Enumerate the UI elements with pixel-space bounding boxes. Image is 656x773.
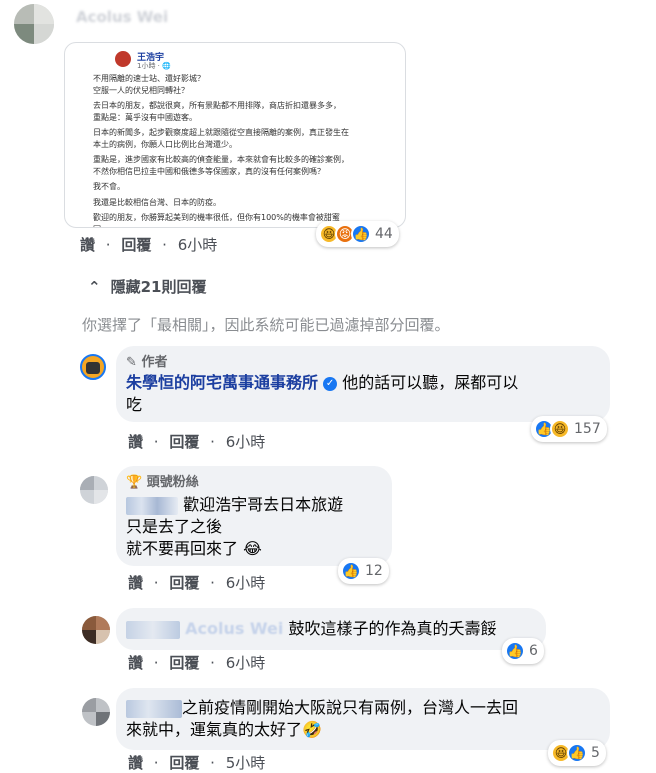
avatar (115, 51, 131, 67)
reply-button[interactable]: 回覆 (121, 236, 151, 254)
comment-bubble: 之前疫情剛開始大阪說只有兩例，台灣人一去回 來就中，運氣真的太好了🤣 (116, 688, 610, 750)
mention-link[interactable]: Acolus Wei (185, 619, 283, 638)
poster-meta: 1小時 · 🌐 (137, 62, 171, 70)
post-line: 重點是：萬乎沒有中國遊客。 (93, 112, 197, 122)
avatar[interactable] (80, 476, 108, 504)
like-reaction-icon: 👍 (505, 641, 525, 661)
reaction-count: 6 (529, 643, 538, 659)
reply-button[interactable]: 回覆 (169, 574, 199, 592)
timestamp[interactable]: 6小時 (226, 433, 266, 451)
comment-line: 之前疫情剛開始大阪說只有兩例，台灣人一去回 (182, 698, 519, 717)
blurred-author-name[interactable] (126, 496, 178, 515)
comment-line: 他的話可以聽，屎都可以 (342, 373, 519, 392)
reaction-count: 5 (591, 745, 600, 761)
blurred-author-name[interactable] (126, 699, 182, 718)
reply-button[interactable]: 回覆 (169, 654, 199, 672)
comment-line: 歡迎浩宇哥去日本旅遊 (183, 495, 344, 514)
post-line: 本土的病例，你願人口比例比台灣還少。 (93, 139, 237, 149)
chevron-up-icon: ⌃ (88, 278, 101, 296)
post-line: 我不會。 (93, 182, 125, 191)
avatar[interactable] (82, 698, 110, 726)
haha-reaction-icon: 😆 (550, 419, 570, 439)
reaction-summary[interactable]: 😆 👍 5 (548, 740, 606, 766)
comment-line: 只是去了之後 (126, 517, 223, 536)
comment-text: Acolus Wei 鼓吹這樣子的作為真的夭壽餒 (126, 618, 496, 640)
reply-button[interactable]: 回覆 (169, 754, 199, 772)
comment-line: 鼓吹這樣子的作為真的夭壽餒 (288, 619, 497, 638)
comment-bubble: ✎ 作者 朱學恒的阿宅萬事通事務所 ✓ 他的話可以聽，屎都可以 吃 (116, 346, 610, 422)
like-reaction-icon: 👍 (567, 743, 587, 763)
post-line: 重點是，進步國家有比較高的偵查能量，本來就會有比較多的確診案例， (93, 155, 349, 164)
timestamp[interactable]: 6小時 (178, 236, 218, 254)
pencil-icon: ✎ (126, 355, 137, 370)
reaction-summary[interactable]: 👍 6 (502, 638, 544, 664)
reaction-count: 44 (375, 226, 393, 242)
filter-notice: 你選擇了「最相關」，因此系統可能已過濾掉部分回覆。 (82, 316, 450, 334)
comment-text: 之前疫情剛開始大阪說只有兩例，台灣人一去回 來就中，運氣真的太好了🤣 (126, 697, 604, 741)
trophy-icon: 🏆 (126, 475, 143, 490)
comment-actions: 讚 · 回覆 · 6小時 (128, 654, 266, 672)
comment-line: 就不要再回來了 😂 (126, 539, 262, 558)
reaction-count: 157 (574, 421, 601, 437)
comment-line: 來就中，運氣真的太好了🤣 (126, 720, 322, 739)
post-text: 不用隔離的速士站、還好影城？ 空服一人的伏兒相同轉社？ 去日本的朋友，都說很爽，… (93, 73, 393, 227)
avatar[interactable] (14, 4, 54, 44)
comment-author-name[interactable]: Acolus Wei (76, 8, 168, 26)
post-line: 空服一人的伏兒相同轉社？ (93, 85, 189, 95)
comment-actions: 讚 · 回覆 · 6小時 (128, 433, 266, 451)
comment-line: 吃 (126, 395, 143, 414)
like-button[interactable]: 讚 (128, 754, 143, 772)
avatar[interactable] (80, 354, 106, 380)
verified-badge-icon: ✓ (323, 376, 338, 391)
comment-bubble: 🏆 頭號粉絲 歡迎浩宇哥去日本旅遊 只是去了之後 就不要再回來了 😂 (116, 466, 392, 566)
post-line: 我還是比較相信台灣、日本的防疫。 (93, 197, 221, 207)
top-fan-badge: 🏆 頭號粉絲 (126, 471, 199, 490)
timestamp[interactable]: 5小時 (226, 754, 266, 772)
reply-button[interactable]: 回覆 (169, 433, 199, 451)
timestamp[interactable]: 6小時 (226, 654, 266, 672)
like-reaction-icon: 👍 (341, 561, 361, 581)
like-button[interactable]: 讚 (128, 574, 143, 592)
comment-actions: 讚 · 回覆 · 5小時 (128, 754, 266, 772)
hide-replies-label: 隱藏21則回覆 (110, 278, 207, 296)
like-button[interactable]: 讚 (128, 654, 143, 672)
post-line: 日本的新聞多，起步觀察度超上就跟隨從空直接隔離的案例，真正發生在 (93, 128, 349, 137)
like-button[interactable]: 讚 (80, 236, 95, 254)
comment-actions: 讚 · 回覆 · 6小時 (128, 574, 266, 592)
author-badge: ✎ 作者 (126, 351, 167, 370)
reaction-summary[interactable]: 😆 😡 👍 44 (316, 221, 399, 247)
badge-label: 頭號粉絲 (146, 475, 199, 490)
timestamp[interactable]: 6小時 (226, 574, 266, 592)
post-line: 去日本的朋友，都說很爽，所有景點都不用排隊，商店折扣還暴多多， (93, 101, 341, 110)
reaction-summary[interactable]: 👍 😆 157 (531, 416, 607, 442)
like-button[interactable]: 讚 (128, 433, 143, 451)
hide-replies-link[interactable]: ⌃ 隱藏21則回覆 (88, 276, 206, 297)
comment-attached-image[interactable]: 王浩宇 1小時 · 🌐 不用隔離的速士站、還好影城？ 空服一人的伏兒相同轉社？ … (64, 42, 406, 228)
reaction-count: 12 (365, 563, 383, 579)
comment-text: 朱學恒的阿宅萬事通事務所 ✓ 他的話可以聽，屎都可以 吃 (126, 372, 596, 416)
like-reaction-icon: 👍 (351, 224, 371, 244)
comment-text: 歡迎浩宇哥去日本旅遊 只是去了之後 就不要再回來了 😂 (126, 494, 386, 560)
badge-label: 作者 (141, 355, 168, 370)
post-line: 不用隔離的速士站、還好影城？ (93, 74, 205, 83)
reaction-summary[interactable]: 👍 12 (338, 558, 389, 584)
blurred-author-name[interactable] (126, 620, 180, 639)
post-line: 不然你相信巴拉圭中國和俄德多等保國家，真的沒有任何案例嗎？ (93, 166, 325, 176)
comment-bubble: Acolus Wei 鼓吹這樣子的作為真的夭壽餒 (116, 608, 546, 650)
page-name-link[interactable]: 朱學恒的阿宅萬事通事務所 (126, 373, 318, 392)
comment-actions: 讚 · 回覆 · 6小時 (80, 236, 218, 254)
avatar[interactable] (82, 616, 110, 644)
